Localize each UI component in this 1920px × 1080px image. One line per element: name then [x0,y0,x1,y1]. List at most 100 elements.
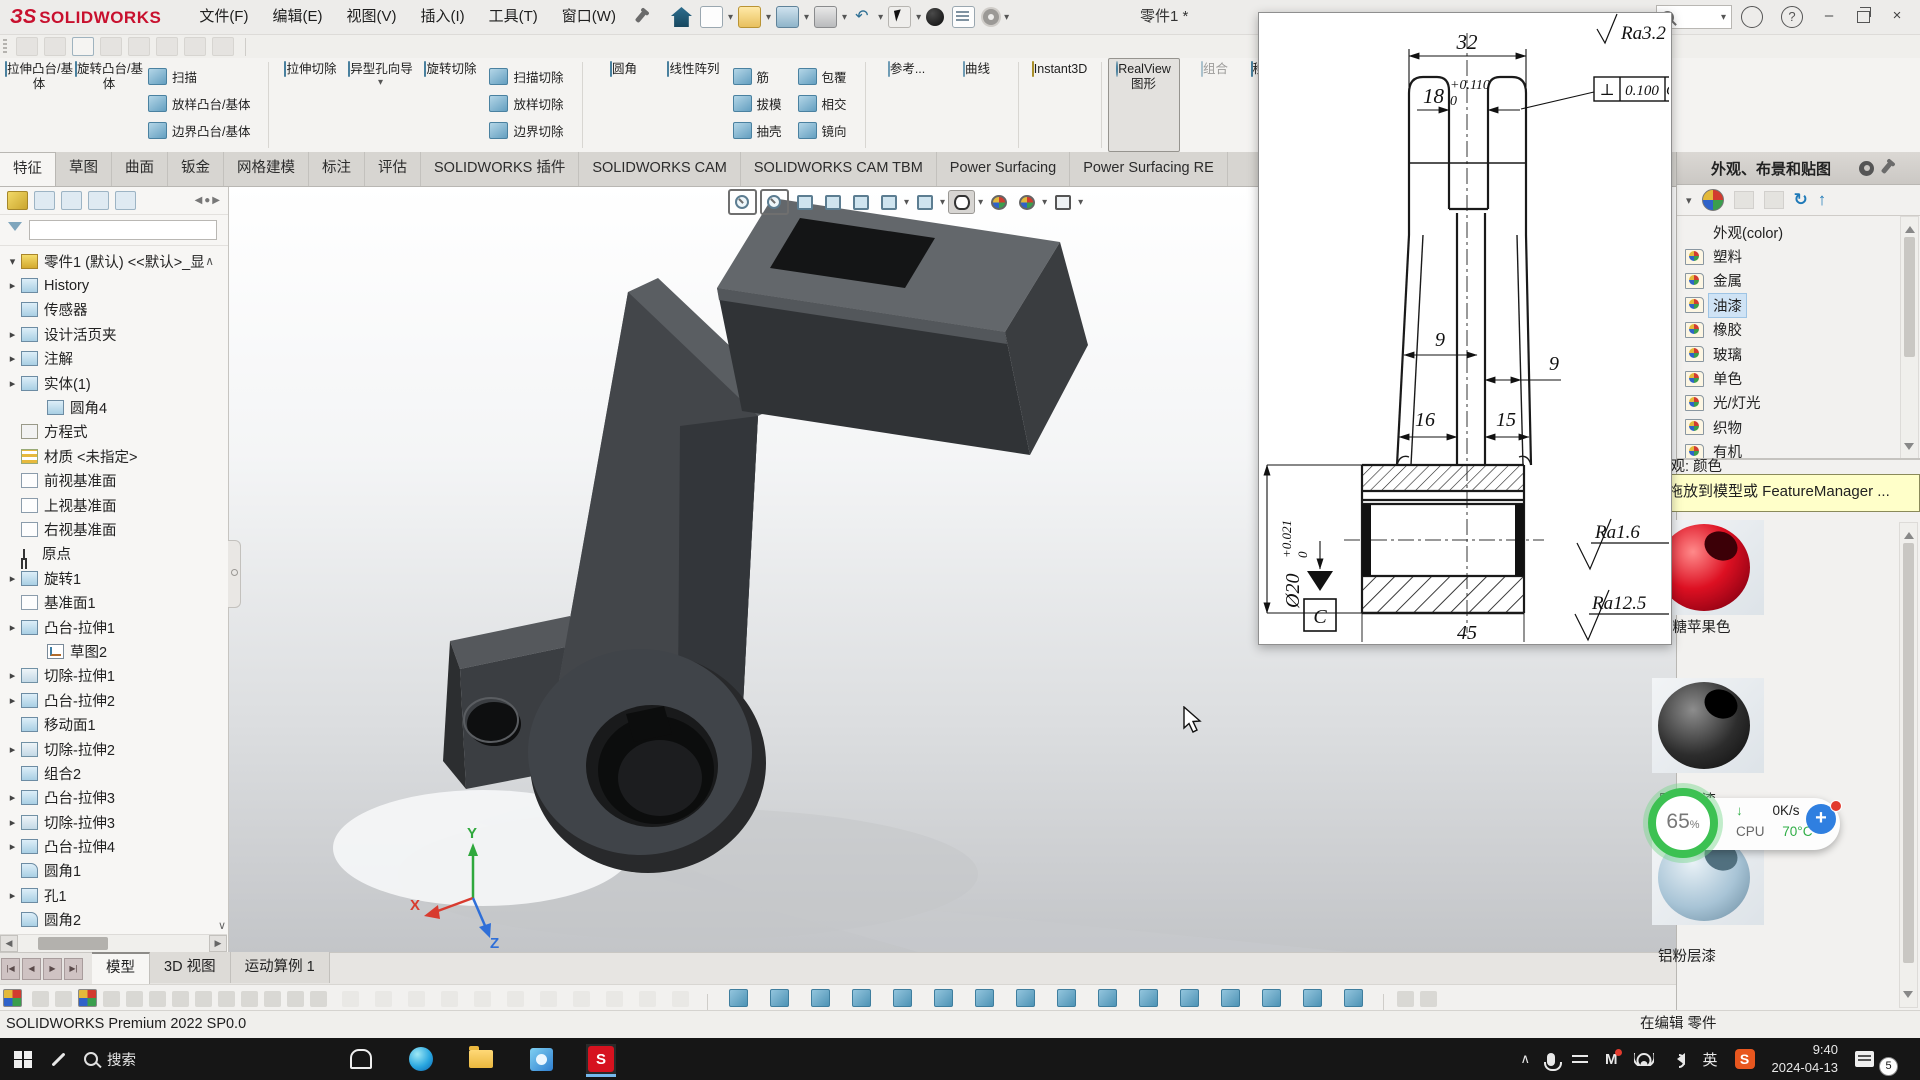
select-tool-icon[interactable] [888,6,911,28]
zoom-area-icon[interactable] [760,189,789,215]
display-style-icon[interactable] [912,191,937,213]
tree-root[interactable]: ▾ 零件1 (默认) <<默认>_显示 ∧ [0,249,228,273]
command-tab[interactable]: 网格建模 [224,152,309,186]
save-icon[interactable] [776,6,799,28]
tool-icon[interactable] [1397,991,1414,1007]
annotation-view-icon[interactable] [848,191,873,213]
appearance-icon[interactable] [3,989,22,1007]
tool-icon[interactable] [310,991,327,1007]
scroll-left-button[interactable]: ◀ [0,935,18,952]
command-tab[interactable]: 特征 [0,152,56,186]
tree-item[interactable]: ▸ 移动面1 [0,712,228,736]
ribbon-realview[interactable]: RealView 图形 [1108,58,1180,152]
hide-show-items-icon[interactable] [948,190,975,214]
edit-appearance-icon[interactable] [986,191,1011,213]
expand-arrow[interactable]: ▸ [6,352,19,365]
command-tab[interactable]: 评估 [365,152,421,186]
tree-item[interactable]: ▸ 凸台-拉伸4 [0,834,228,858]
tree-item[interactable]: ▸ 凸台-拉伸1 [0,615,228,639]
home-icon[interactable] [671,7,692,27]
expand-arrow[interactable]: ▸ [6,791,19,804]
ribbon-swept-cut[interactable]: 扫描切除 [487,63,573,90]
menu-item[interactable]: 插入(I) [408,0,476,34]
ribbon-boundary-boss[interactable]: 边界凸台/基体 [146,117,260,144]
appearance-category[interactable]: 塑料 [1677,244,1920,268]
scroll-thumb[interactable] [1903,543,1914,963]
feature-tool-icon[interactable] [1221,989,1240,1007]
scroll-down-arrow[interactable] [1903,991,1913,1003]
tree-item[interactable]: ▸ 圆角4 [0,395,228,419]
feature-tool-icon[interactable] [934,989,953,1007]
ribbon-revolved-boss[interactable]: 旋转凸台/基体 [74,58,144,152]
tree-filter-input[interactable] [29,220,217,240]
feature-tool-icon[interactable] [975,989,994,1007]
configuration-tab-icon[interactable] [61,191,82,210]
expand-arrow[interactable]: ▸ [6,743,19,756]
start-button[interactable] [14,1051,31,1068]
view-orientation-icon[interactable] [876,191,901,213]
feature-tree-tab-icon[interactable] [7,191,28,210]
command-tab[interactable]: 曲面 [112,152,168,186]
section-view-icon[interactable] [820,191,845,213]
feature-tool-icon[interactable] [1303,989,1322,1007]
drawing-overlay-window[interactable]: C ⊥ 0.100 C 32 18 +0.110 0 Ra3. [1258,12,1672,645]
ribbon-wrap[interactable]: 包覆 [796,63,857,90]
tree-item[interactable]: ▸ 组合2 [0,761,228,785]
gear-icon[interactable] [1859,161,1874,176]
up-folder-icon[interactable]: ↑ [1818,190,1827,210]
ribbon-fillet[interactable]: 圆角 [589,58,659,152]
explorer-app-icon[interactable] [466,1044,496,1074]
ribbon-draft[interactable]: 拔模 [731,90,792,117]
feature-tool-icon[interactable] [729,989,748,1007]
feature-tool-icon[interactable] [1139,989,1158,1007]
tree-item[interactable]: ▸ 切除-拉伸3 [0,810,228,834]
feature-tool-icon[interactable] [1344,989,1363,1007]
open-icon[interactable] [738,6,761,28]
expand-arrow[interactable]: ▸ [6,816,19,829]
tree-item[interactable]: ▸ 材质 <未指定> [0,444,228,468]
scroll-down-arrow[interactable] [1904,443,1914,455]
feature-tool-icon[interactable] [811,989,830,1007]
tree-item[interactable]: ▸ 传感器 [0,298,228,322]
alarm-app-icon[interactable] [346,1044,376,1074]
ribbon-intersect[interactable]: 相交 [796,90,857,117]
command-tab[interactable]: 钣金 [168,152,224,186]
command-tab[interactable]: 草图 [56,152,112,186]
expand-arrow[interactable]: ▸ [6,889,19,902]
property-tab-icon[interactable] [34,191,55,210]
menu-item[interactable]: 视图(V) [334,0,408,34]
ribbon-curves[interactable]: 曲线 [942,58,1012,152]
feature-tool-icon[interactable] [852,989,871,1007]
tool-icon[interactable] [1420,991,1437,1007]
feature-tool-icon[interactable] [1016,989,1035,1007]
tool-icon[interactable] [172,991,189,1007]
tree-item[interactable]: ▸ 设计活页夹 [0,322,228,346]
feature-tool-icon[interactable] [1262,989,1281,1007]
appearance-category[interactable]: 金属 [1677,269,1920,293]
tree-item[interactable]: ▸ History [0,273,228,297]
nav-first-button[interactable]: |◀ [1,958,20,980]
hidden-icons-chevron[interactable]: ∧ [1520,1051,1530,1067]
tree-item[interactable]: ▸ 上视基准面 [0,493,228,517]
pin-icon[interactable] [635,11,647,23]
tree-item[interactable]: ▸ 注解 [0,347,228,371]
menu-item[interactable]: 编辑(E) [260,0,334,34]
scroll-right-button[interactable]: ▶ [209,935,227,952]
command-tab[interactable]: 标注 [309,152,365,186]
tree-item[interactable]: ▸ 原点 [0,542,228,566]
ribbon-combine[interactable]: 组合 [1180,58,1250,152]
taskbar-search[interactable]: 搜索 [84,1049,136,1070]
feature-tool-icon[interactable] [893,989,912,1007]
ribbon-revolved-cut[interactable]: 旋转切除 [415,58,485,152]
tool-icon[interactable] [195,991,212,1007]
clock[interactable]: 9:40 2024-04-13 [1772,1041,1839,1076]
expand-arrow[interactable]: ▸ [6,328,19,341]
ribbon-shell[interactable]: 抽壳 [731,117,792,144]
model-tab[interactable]: 模型 [92,952,150,985]
pen-workspace-icon[interactable] [51,1052,65,1066]
collapse-chevron[interactable]: ∧ [205,254,228,268]
toolbar-grip[interactable] [3,39,7,55]
ribbon-extruded-boss[interactable]: 拉伸凸台/基体 [4,58,74,152]
command-tab[interactable]: SOLIDWORKS CAM [579,152,741,186]
ime-indicator[interactable]: 英 [1702,1049,1717,1070]
